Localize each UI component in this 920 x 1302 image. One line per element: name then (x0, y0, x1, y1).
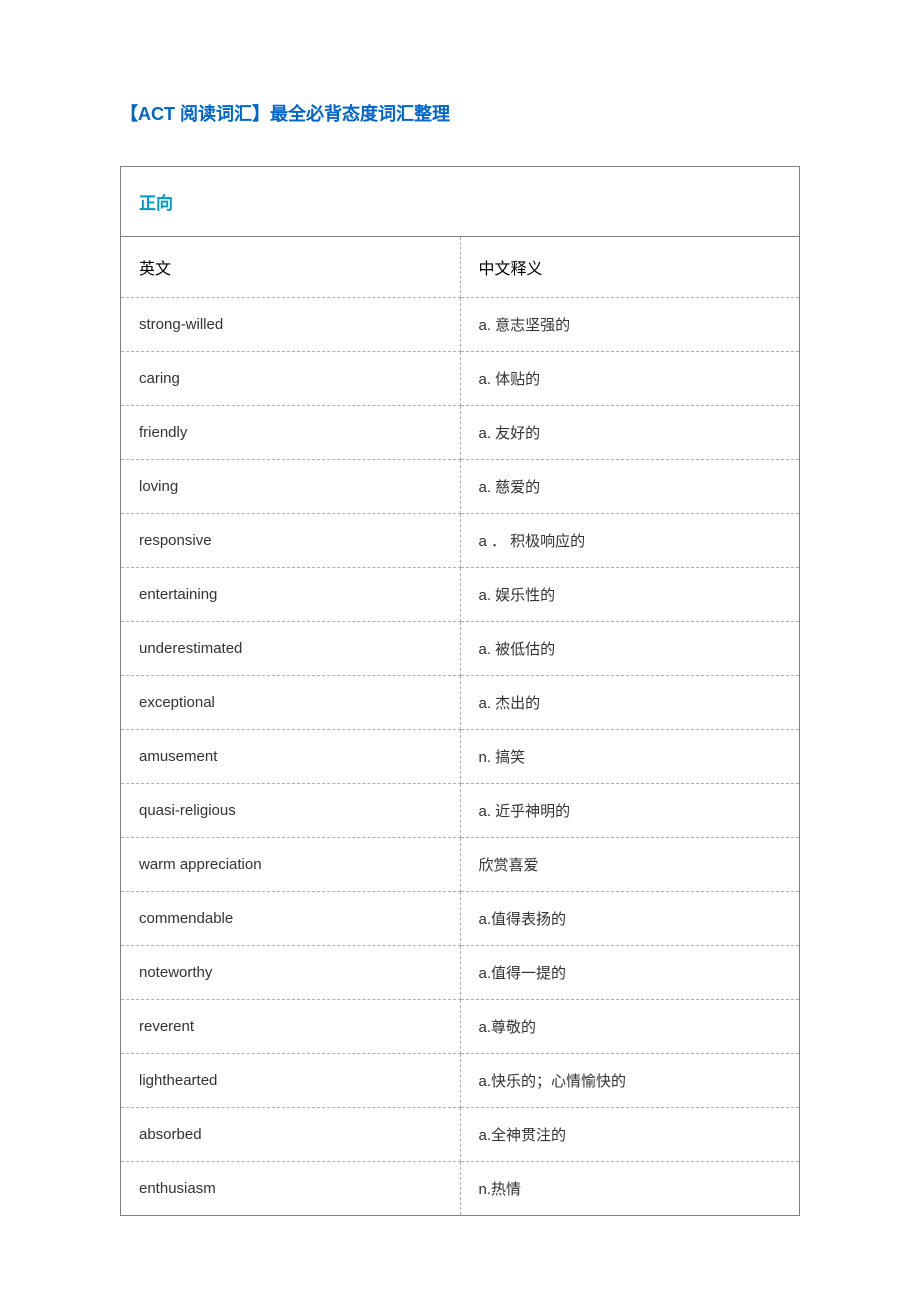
cell-zh: a. 近乎神明的 (460, 784, 800, 838)
cell-zh: a. 娱乐性的 (460, 568, 800, 622)
cell-zh: a.全神贯注的 (460, 1108, 800, 1162)
cell-zh: a.快乐的；心情愉快的 (460, 1054, 800, 1108)
cell-zh: a. 被低估的 (460, 622, 800, 676)
table-row: commendablea.值得表扬的 (121, 892, 800, 946)
table-row: lovinga. 慈爱的 (121, 460, 800, 514)
section-header: 正向 (121, 167, 800, 237)
table-row: underestimateda. 被低估的 (121, 622, 800, 676)
cell-en: commendable (121, 892, 461, 946)
table-row: strong-willeda. 意志坚强的 (121, 298, 800, 352)
page-title: 【ACT 阅读词汇】最全必背态度词汇整理 (120, 100, 800, 126)
cell-en: absorbed (121, 1108, 461, 1162)
cell-zh: a. 体贴的 (460, 352, 800, 406)
cell-en: amusement (121, 730, 461, 784)
cell-en: loving (121, 460, 461, 514)
table-row: exceptionala. 杰出的 (121, 676, 800, 730)
cell-zh: a. 友好的 (460, 406, 800, 460)
cell-en: enthusiasm (121, 1162, 461, 1216)
table-row: enthusiasmn.热情 (121, 1162, 800, 1216)
table-row: amusementn. 搞笑 (121, 730, 800, 784)
cell-en: quasi-religious (121, 784, 461, 838)
cell-en: warm appreciation (121, 838, 461, 892)
vocab-table: 正向 英文 中文释义 strong-willeda. 意志坚强的caringa.… (120, 166, 800, 1216)
table-row: lighthearteda.快乐的；心情愉快的 (121, 1054, 800, 1108)
cell-en: reverent (121, 1000, 461, 1054)
cell-en: lighthearted (121, 1054, 461, 1108)
cell-zh: a. 杰出的 (460, 676, 800, 730)
cell-zh: a. 慈爱的 (460, 460, 800, 514)
column-header-row: 英文 中文释义 (121, 237, 800, 298)
cell-zh: a. 意志坚强的 (460, 298, 800, 352)
page-container: 【ACT 阅读词汇】最全必背态度词汇整理 正向 英文 中文释义 strong-w… (0, 0, 920, 1296)
table-row: warm appreciation欣赏喜爱 (121, 838, 800, 892)
table-row: reverenta.尊敬的 (121, 1000, 800, 1054)
table-row: noteworthya.值得一提的 (121, 946, 800, 1000)
cell-zh: a.尊敬的 (460, 1000, 800, 1054)
table-row: responsivea ． 积极响应的 (121, 514, 800, 568)
cell-zh: 欣赏喜爱 (460, 838, 800, 892)
cell-en: strong-willed (121, 298, 461, 352)
cell-zh: a.值得一提的 (460, 946, 800, 1000)
cell-en: responsive (121, 514, 461, 568)
table-row: absorbeda.全神贯注的 (121, 1108, 800, 1162)
cell-zh: a ． 积极响应的 (460, 514, 800, 568)
table-row: friendlya. 友好的 (121, 406, 800, 460)
section-row: 正向 (121, 167, 800, 237)
table-row: entertaininga. 娱乐性的 (121, 568, 800, 622)
cell-en: underestimated (121, 622, 461, 676)
cell-en: friendly (121, 406, 461, 460)
cell-zh: n.热情 (460, 1162, 800, 1216)
cell-en: entertaining (121, 568, 461, 622)
cell-en: caring (121, 352, 461, 406)
cell-en: noteworthy (121, 946, 461, 1000)
cell-zh: a.值得表扬的 (460, 892, 800, 946)
table-row: caringa. 体贴的 (121, 352, 800, 406)
cell-zh: n. 搞笑 (460, 730, 800, 784)
table-row: quasi-religiousa. 近乎神明的 (121, 784, 800, 838)
col-header-en: 英文 (121, 237, 461, 298)
col-header-zh: 中文释义 (460, 237, 800, 298)
cell-en: exceptional (121, 676, 461, 730)
